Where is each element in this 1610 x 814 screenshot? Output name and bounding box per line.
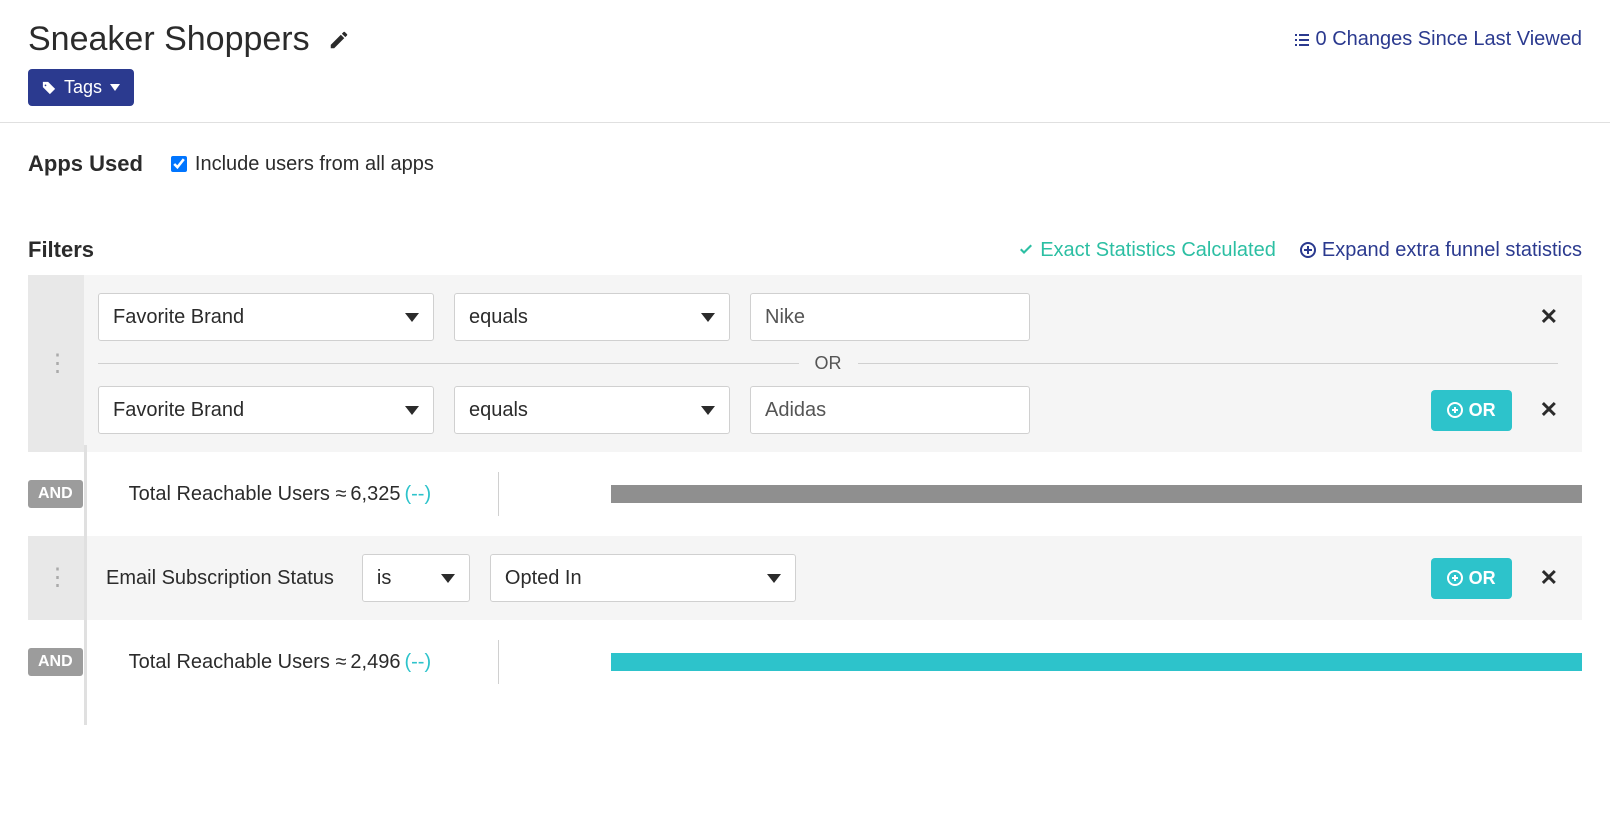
and-chip: AND bbox=[28, 648, 83, 676]
filter-attribute-label: Email Subscription Status bbox=[98, 567, 342, 590]
drag-handle[interactable]: ⋮ bbox=[28, 536, 84, 620]
stat-value: 6,325 bbox=[350, 483, 400, 506]
filter-attribute-value: Favorite Brand bbox=[113, 399, 244, 422]
plus-circle-icon bbox=[1447, 402, 1463, 418]
and-chip: AND bbox=[28, 480, 83, 508]
add-or-label: OR bbox=[1469, 568, 1496, 589]
chevron-down-icon bbox=[405, 313, 419, 322]
filter-value-text: Opted In bbox=[505, 567, 582, 590]
stat-bar bbox=[611, 485, 1582, 503]
filter-attribute-select[interactable]: Favorite Brand bbox=[98, 386, 434, 434]
remove-filter-button[interactable]: ✕ bbox=[1540, 565, 1558, 591]
check-icon bbox=[1018, 242, 1034, 258]
chevron-down-icon bbox=[701, 313, 715, 322]
stat-label: Total Reachable Users ≈ bbox=[129, 483, 347, 506]
stat-bar bbox=[611, 653, 1582, 671]
stats-calculated: Exact Statistics Calculated bbox=[1018, 239, 1276, 262]
or-divider-label: OR bbox=[815, 353, 842, 374]
include-all-apps-checkbox[interactable] bbox=[171, 156, 187, 172]
stat-delta: (--) bbox=[404, 651, 431, 674]
plus-circle-icon bbox=[1447, 570, 1463, 586]
chevron-down-icon bbox=[701, 406, 715, 415]
tags-label: Tags bbox=[64, 77, 102, 98]
stat-value: 2,496 bbox=[350, 651, 400, 674]
stat-row-1: AND Total Reachable Users ≈ 6,325 (--) bbox=[28, 480, 1582, 508]
tags-button[interactable]: Tags bbox=[28, 69, 134, 106]
filter-group-2: ⋮ Email Subscription Status is Opted In … bbox=[28, 536, 1582, 620]
list-icon bbox=[1294, 32, 1310, 48]
remove-filter-button[interactable]: ✕ bbox=[1540, 304, 1558, 330]
drag-dots-icon: ⋮ bbox=[46, 575, 67, 581]
divider-line bbox=[858, 363, 1559, 364]
filter-operator-value: equals bbox=[469, 306, 528, 329]
add-or-button[interactable]: OR bbox=[1431, 558, 1512, 599]
vertical-divider bbox=[498, 640, 499, 684]
plus-circle-icon bbox=[1300, 242, 1316, 258]
or-divider: OR bbox=[98, 353, 1558, 374]
filter-attribute-value: Favorite Brand bbox=[113, 306, 244, 329]
stat-label: Total Reachable Users ≈ bbox=[129, 651, 347, 674]
drag-dots-icon: ⋮ bbox=[46, 361, 67, 367]
include-all-apps-label[interactable]: Include users from all apps bbox=[171, 153, 434, 176]
filter-group-1: ⋮ Favorite Brand equals ✕ OR bbox=[28, 275, 1582, 452]
chevron-down-icon bbox=[405, 406, 419, 415]
stats-calculated-text: Exact Statistics Calculated bbox=[1040, 239, 1276, 262]
include-all-apps-text: Include users from all apps bbox=[195, 153, 434, 176]
chevron-down-icon bbox=[110, 84, 120, 91]
drag-handle[interactable]: ⋮ bbox=[28, 275, 84, 452]
filters-label: Filters bbox=[28, 237, 94, 263]
stat-text: Total Reachable Users ≈ 6,325 (--) bbox=[129, 483, 431, 506]
chevron-down-icon bbox=[441, 574, 455, 583]
filter-attribute-select[interactable]: Favorite Brand bbox=[98, 293, 434, 341]
filter-operator-value: equals bbox=[469, 399, 528, 422]
apps-used-label: Apps Used bbox=[28, 151, 143, 177]
stat-delta: (--) bbox=[404, 483, 431, 506]
changes-text: 0 Changes Since Last Viewed bbox=[1316, 28, 1582, 51]
expand-funnel-text: Expand extra funnel statistics bbox=[1322, 239, 1582, 262]
filter-value-select[interactable]: Opted In bbox=[490, 554, 796, 602]
filter-operator-select[interactable]: equals bbox=[454, 386, 730, 434]
vertical-divider bbox=[498, 472, 499, 516]
filter-value-input[interactable] bbox=[750, 386, 1030, 434]
stat-text: Total Reachable Users ≈ 2,496 (--) bbox=[129, 651, 431, 674]
filter-operator-value: is bbox=[377, 567, 391, 590]
filter-operator-select[interactable]: is bbox=[362, 554, 470, 602]
edit-icon[interactable] bbox=[328, 29, 350, 51]
chevron-down-icon bbox=[767, 574, 781, 583]
page-title: Sneaker Shoppers bbox=[28, 20, 310, 59]
filter-operator-select[interactable]: equals bbox=[454, 293, 730, 341]
filter-value-input[interactable] bbox=[750, 293, 1030, 341]
stat-row-2: AND Total Reachable Users ≈ 2,496 (--) bbox=[28, 648, 1582, 676]
expand-funnel-link[interactable]: Expand extra funnel statistics bbox=[1300, 239, 1582, 262]
changes-link[interactable]: 0 Changes Since Last Viewed bbox=[1294, 28, 1582, 51]
add-or-button[interactable]: OR bbox=[1431, 390, 1512, 431]
remove-filter-button[interactable]: ✕ bbox=[1540, 397, 1558, 423]
divider bbox=[0, 122, 1610, 123]
divider-line bbox=[98, 363, 799, 364]
add-or-label: OR bbox=[1469, 400, 1496, 421]
tag-icon bbox=[42, 81, 56, 95]
